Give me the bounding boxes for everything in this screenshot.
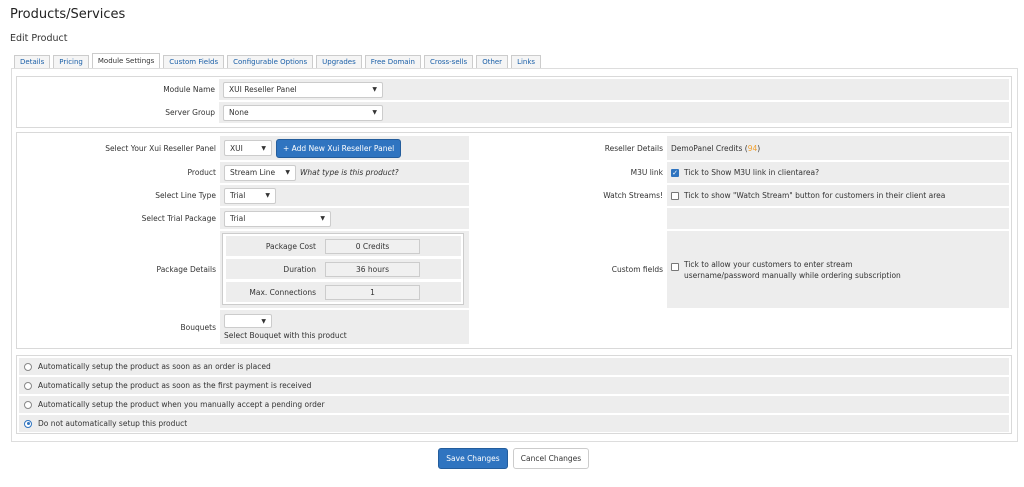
max-connections-label: Max. Connections: [226, 282, 321, 302]
package-cost-value: 0 Credits: [325, 238, 420, 254]
chevron-down-icon: ▼: [261, 144, 266, 152]
bouquets-hint: Select Bouquet with this product: [224, 331, 347, 340]
tab-module-settings[interactable]: Module Settings: [91, 53, 161, 69]
module-name-label: Module Name: [19, 79, 219, 100]
add-panel-button[interactable]: + Add New Xui Reseller Panel: [276, 138, 402, 158]
package-details-label: Package Details: [19, 231, 220, 308]
setup-option-radio[interactable]: [24, 381, 32, 390]
chevron-down-icon: ▼: [285, 169, 290, 176]
watch-streams-text: Tick to show "Watch Stream" button for c…: [684, 191, 946, 200]
product-select[interactable]: Stream Line ▼: [224, 164, 296, 181]
chevron-down-icon: ▼: [265, 192, 270, 199]
spacer-label: [471, 208, 667, 229]
tab-cross-sells[interactable]: Cross-sells: [423, 55, 474, 69]
page-title: Products/Services: [10, 7, 126, 22]
reseller-close: ): [757, 143, 761, 153]
setup-option-radio[interactable]: [24, 362, 32, 371]
product-label: Product: [19, 162, 220, 183]
line-type-select[interactable]: Trial ▼: [224, 187, 276, 204]
duration-label: Duration: [226, 259, 321, 279]
setup-option-row[interactable]: Automatically setup the product as soon …: [19, 377, 1009, 394]
package-cost-label: Package Cost: [226, 236, 321, 256]
setup-option-radio[interactable]: [24, 400, 32, 409]
tab-links[interactable]: Links: [511, 55, 542, 69]
tab-free-domain[interactable]: Free Domain: [364, 55, 421, 69]
product-hint: What type is this product?: [300, 168, 399, 177]
custom-fields-label: Custom fields: [471, 231, 667, 308]
duration-value: 36 hours: [325, 261, 420, 277]
watch-streams-checkbox[interactable]: [671, 191, 679, 200]
setup-option-label: Do not automatically setup this product: [38, 419, 188, 428]
reseller-name: DemoPanel Credits (: [671, 143, 748, 153]
reseller-credits: 94: [747, 143, 758, 153]
setup-option-radio-selected[interactable]: [24, 419, 32, 428]
module-panel: Module Name XUI Reseller Panel ▼ Server …: [16, 76, 1012, 128]
setup-options-panel: Automatically setup the product as soon …: [16, 355, 1012, 434]
setup-option-label: Automatically setup the product as soon …: [38, 381, 312, 390]
chevron-down-icon: ▼: [372, 109, 377, 116]
settings-panel: Select Your Xui Reseller Panel XUI ▼ + A…: [16, 132, 1012, 349]
chevron-down-icon: ▼: [261, 317, 266, 325]
panel-select[interactable]: XUI ▼: [224, 140, 272, 156]
setup-option-label: Automatically setup the product when you…: [38, 400, 325, 409]
server-group-select[interactable]: None ▼: [223, 104, 383, 121]
spacer-field: [667, 208, 1009, 229]
trial-package-label: Select Trial Package: [19, 208, 220, 229]
setup-option-label: Automatically setup the product as soon …: [38, 362, 271, 371]
custom-fields-text-1: Tick to allow your customers to enter st…: [684, 259, 853, 269]
custom-fields-checkbox[interactable]: [671, 263, 679, 271]
bouquets-select[interactable]: ▼: [224, 314, 272, 328]
tab-content-frame: Module Name XUI Reseller Panel ▼ Server …: [11, 68, 1018, 442]
tab-configurable-options[interactable]: Configurable Options: [227, 55, 314, 69]
server-group-label: Server Group: [19, 102, 219, 123]
tab-details[interactable]: Details: [14, 55, 51, 69]
setup-option-row[interactable]: Automatically setup the product as soon …: [19, 358, 1009, 375]
chevron-down-icon: ▼: [320, 215, 325, 222]
reseller-details-label: Reseller Details: [471, 136, 667, 160]
tab-upgrades[interactable]: Upgrades: [316, 55, 362, 69]
line-type-label: Select Line Type: [19, 185, 220, 206]
tab-custom-fields[interactable]: Custom Fields: [163, 55, 225, 69]
trial-package-select[interactable]: Trial ▼: [224, 210, 331, 227]
bouquets-label: Bouquets: [19, 310, 220, 344]
m3u-label: M3U link: [471, 162, 667, 183]
product-select-value: Stream Line: [230, 168, 276, 177]
tab-other[interactable]: Other: [476, 55, 509, 69]
tab-bar: Details Pricing Module Settings Custom F…: [14, 53, 544, 69]
custom-fields-text-2: username/password manually while orderin…: [684, 270, 901, 280]
panel-select-label: Select Your Xui Reseller Panel: [19, 136, 220, 160]
trial-package-value: Trial: [230, 214, 246, 223]
m3u-text: Tick to Show M3U link in clientarea?: [684, 168, 820, 177]
setup-option-row[interactable]: Do not automatically setup this product: [19, 415, 1009, 432]
save-changes-button[interactable]: Save Changes: [438, 448, 508, 469]
tab-pricing[interactable]: Pricing: [53, 55, 89, 69]
module-name-select[interactable]: XUI Reseller Panel ▼: [223, 81, 383, 98]
chevron-down-icon: ▼: [372, 86, 377, 93]
server-group-value: None: [229, 108, 249, 117]
package-details-box: Package Cost 0 Credits Duration 36 hours…: [222, 233, 464, 305]
cancel-changes-button[interactable]: Cancel Changes: [513, 448, 589, 469]
page-subtitle: Edit Product: [10, 33, 68, 44]
module-name-value: XUI Reseller Panel: [229, 85, 297, 94]
line-type-value: Trial: [230, 191, 246, 200]
m3u-checkbox[interactable]: ✓: [671, 168, 679, 177]
max-connections-value: 1: [325, 284, 420, 300]
setup-option-row[interactable]: Automatically setup the product when you…: [19, 396, 1009, 413]
panel-select-value: XUI: [230, 143, 243, 153]
watch-streams-label: Watch Streams!: [471, 185, 667, 206]
